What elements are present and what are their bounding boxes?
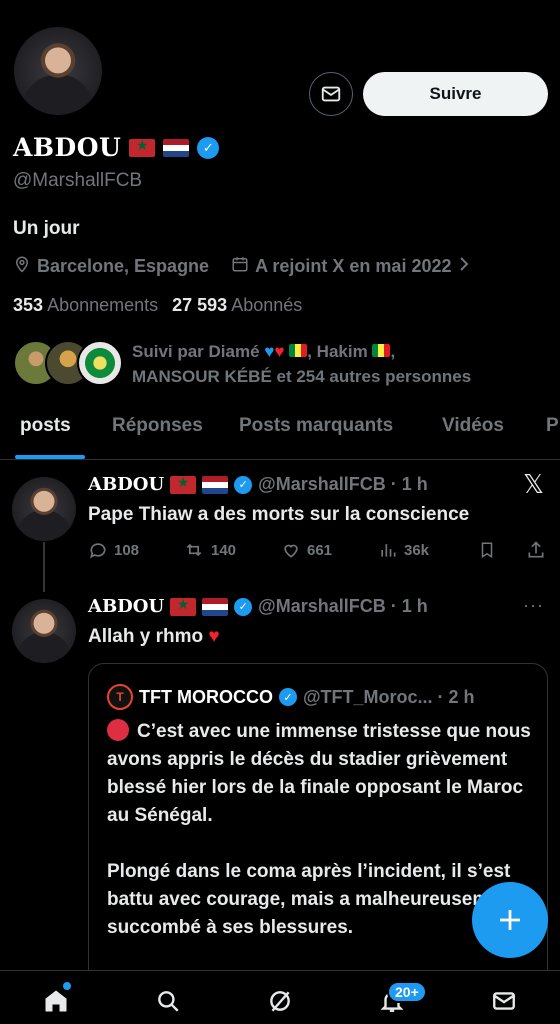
mail-icon xyxy=(321,86,341,102)
senegal-flag-icon xyxy=(372,344,391,357)
compose-button[interactable] xyxy=(472,882,548,958)
bookmark-button[interactable] xyxy=(478,540,526,560)
active-tab-indicator xyxy=(15,455,85,459)
heart-icon xyxy=(284,544,298,558)
display-name: ABDOU xyxy=(13,133,122,162)
red-circle-icon xyxy=(107,719,129,741)
red-heart-icon: ♥ xyxy=(274,342,285,361)
tweet-meta: @MarshallFCB · 1 h xyxy=(258,474,428,494)
following-link[interactable]: 353 Abonnements xyxy=(13,295,158,316)
repost-button[interactable]: 140 xyxy=(183,540,281,560)
follow-button[interactable]: Suivre xyxy=(363,72,548,116)
thread-line xyxy=(43,542,45,592)
views-button[interactable]: 36k xyxy=(378,540,478,560)
profile-handle: @MarshallFCB xyxy=(13,170,143,191)
verified-badge-icon: ✓ xyxy=(278,688,297,706)
more-options-icon[interactable]: ··· xyxy=(523,595,544,616)
followed-by-avatars[interactable] xyxy=(13,340,123,386)
tweet-author-name[interactable]: ABDOU xyxy=(88,474,164,495)
avatar xyxy=(77,340,123,386)
reply-icon xyxy=(90,543,106,559)
profile-joined[interactable]: A rejoint X en mai 2022 xyxy=(255,256,451,277)
reply-button[interactable]: 108 xyxy=(88,540,183,560)
red-heart-icon: ♥ xyxy=(208,626,220,647)
tweet-text: Allah y rhmo ♥ xyxy=(88,626,220,647)
chevron-right-icon xyxy=(458,256,470,277)
search-icon xyxy=(158,991,179,1012)
repost-icon xyxy=(186,543,202,557)
followed-by-text[interactable]: Suivi par Diamé ♥♥ , Hakim , MANSOUR KÉB… xyxy=(132,339,552,389)
tab-replies[interactable]: Réponses xyxy=(112,415,203,437)
verified-badge-icon: ✓ xyxy=(234,597,253,616)
bookmark-icon xyxy=(481,542,493,559)
tweet-text: Pape Thiaw a des morts sur la conscience xyxy=(88,504,470,525)
quoted-tweet[interactable]: T TFT MOROCCO ✓ @TFT_Moroc... · 2 h C’es… xyxy=(88,663,548,1003)
plus-icon xyxy=(500,910,520,930)
home-icon xyxy=(45,990,67,1012)
quoted-author-name: TFT MOROCCO xyxy=(139,686,273,707)
profile-location: Barcelone, Espagne xyxy=(37,256,210,276)
bottom-nav xyxy=(0,970,560,1024)
followers-link[interactable]: 27 593 Abonnés xyxy=(172,295,302,316)
tweet-header: ABDOU ✓ @MarshallFCB · 1 h xyxy=(88,596,428,617)
netherlands-flag-icon xyxy=(163,138,190,157)
morocco-flag-icon xyxy=(170,475,197,494)
tweet-author-name[interactable]: ABDOU xyxy=(88,596,164,617)
senegal-flag-icon xyxy=(289,344,308,357)
quoted-tweet-header: T TFT MOROCCO ✓ @TFT_Moroc... · 2 h xyxy=(107,684,475,710)
nav-search[interactable] xyxy=(148,983,188,1019)
grok-icon xyxy=(270,991,290,1012)
tab-posts[interactable]: posts xyxy=(20,415,71,437)
notifications-badge: 20+ xyxy=(387,981,427,1003)
profile-header: Suivre ABDOU ✓ @MarshallFCB Un jour Barc… xyxy=(0,0,560,410)
message-button[interactable] xyxy=(309,72,353,116)
morocco-flag-icon xyxy=(129,138,156,157)
calendar-icon xyxy=(231,255,249,278)
views-chart-icon xyxy=(381,544,396,557)
profile-meta: Barcelone, Espagne A rejoint X en mai 20… xyxy=(13,255,476,278)
like-button[interactable]: 661 xyxy=(281,540,378,560)
verified-badge-icon: ✓ xyxy=(234,475,253,494)
tweet-avatar[interactable] xyxy=(12,477,76,541)
home-unread-dot xyxy=(63,982,71,990)
quoted-tweet-meta: @TFT_Moroc... · 2 h xyxy=(302,686,475,707)
netherlands-flag-icon xyxy=(202,475,229,494)
profile-stats: 353 Abonnements 27 593 Abonnés xyxy=(13,295,302,316)
x-logo-icon: 𝕏 xyxy=(523,470,544,500)
morocco-flag-icon xyxy=(170,597,197,616)
profile-bio: Un jour xyxy=(13,218,80,239)
nav-grok[interactable] xyxy=(260,983,300,1019)
tweet-avatar[interactable] xyxy=(12,599,76,663)
mail-icon xyxy=(493,992,515,1010)
quoted-tweet-text: C’est avec une immense tristesse que nou… xyxy=(107,719,531,938)
tweet-actions: 108 140 661 36k xyxy=(88,540,548,560)
verified-badge-icon[interactable]: ✓ xyxy=(197,136,220,159)
tab-highlights[interactable]: Posts marquants xyxy=(239,415,393,437)
tab-videos[interactable]: Vidéos xyxy=(442,415,504,437)
nav-messages[interactable] xyxy=(484,983,524,1019)
profile-avatar[interactable] xyxy=(12,25,104,117)
location-pin-icon xyxy=(13,255,31,278)
profile-tabs: posts Réponses Posts marquants Vidéos P xyxy=(0,400,560,460)
tft-logo-icon: T xyxy=(107,684,133,710)
profile-name-row: ABDOU ✓ xyxy=(13,133,220,162)
share-icon xyxy=(528,541,544,558)
share-button[interactable] xyxy=(526,540,546,560)
blue-heart-icon: ♥ xyxy=(264,342,275,361)
tweet-meta: @MarshallFCB · 1 h xyxy=(258,596,428,616)
tab-more[interactable]: P xyxy=(546,415,559,437)
netherlands-flag-icon xyxy=(202,597,229,616)
tweet-header: ABDOU ✓ @MarshallFCB · 1 h xyxy=(88,474,428,495)
